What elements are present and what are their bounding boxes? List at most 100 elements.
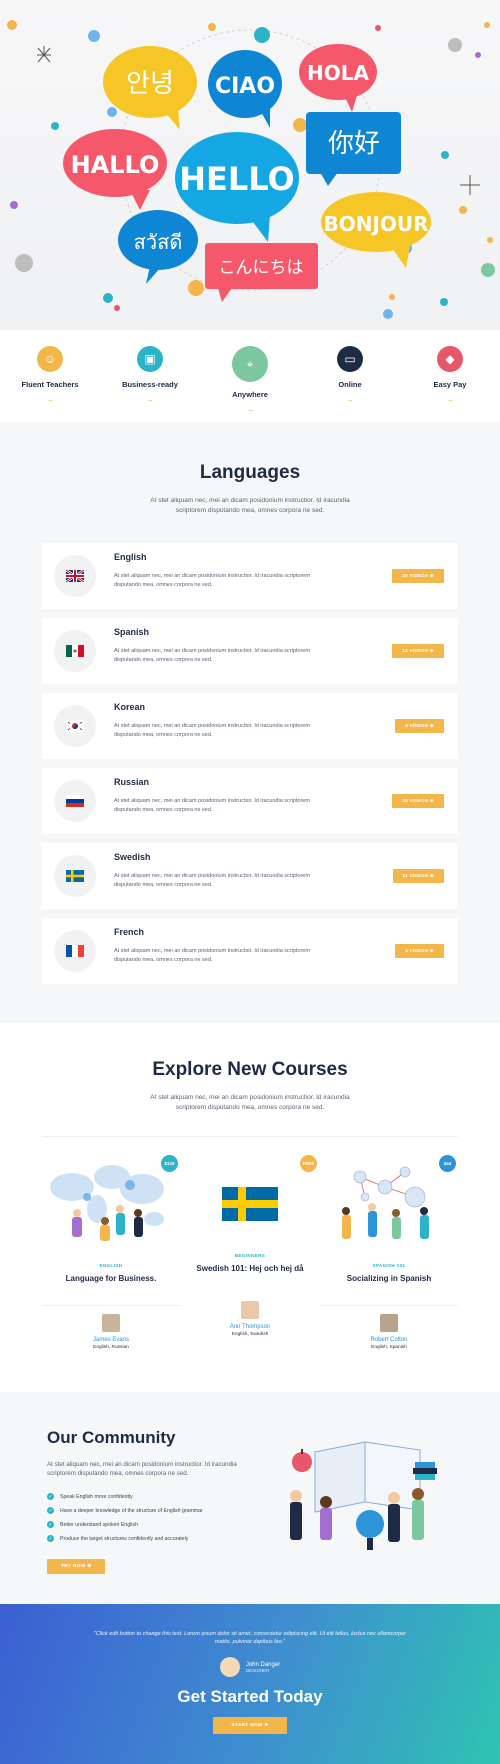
feature-label: Online bbox=[338, 380, 362, 389]
videos-button[interactable]: 28 VIDEOS ⊕ bbox=[392, 793, 444, 808]
language-name: French bbox=[114, 926, 145, 937]
language-description: At stet aliquam nec, mei an dicam posido… bbox=[114, 647, 310, 663]
teacher-name[interactable]: James Evans bbox=[42, 1337, 180, 1343]
feature-label: Anywhere bbox=[232, 390, 268, 399]
flag-uk-icon bbox=[54, 554, 96, 597]
videos-count: 4 VIDEOS bbox=[405, 947, 429, 953]
location-pin-icon: ⌖ bbox=[232, 346, 268, 382]
course-title[interactable]: Socializing in Spanish bbox=[320, 1274, 458, 1283]
teacher-avatar bbox=[241, 1300, 259, 1319]
check-icon: ✓ bbox=[47, 1507, 54, 1515]
language-description: At stet aliquam nec, mei an dicam posido… bbox=[114, 572, 310, 588]
flag-korea-icon bbox=[54, 704, 96, 747]
language-card-korean[interactable]: Korean At stet aliquam nec, mei an dicam… bbox=[42, 692, 458, 759]
try-now-button[interactable]: TRY NOW ⊕ bbox=[47, 1559, 106, 1575]
svg-text:你好: 你好 bbox=[328, 129, 380, 159]
start-now-button[interactable]: START NOW ➤ bbox=[213, 1717, 287, 1735]
arrow-right-icon[interactable]: → bbox=[305, 395, 395, 404]
arrow-right-icon[interactable]: → bbox=[5, 395, 95, 404]
language-description: At stet aliquam nec, mei an dicam posido… bbox=[114, 797, 310, 813]
hero-illustration: 안녕 CIAO HOLA 你好 HALLO HELLO BONJOUR สวัส… bbox=[7, 20, 495, 319]
course-level: ENGLISH bbox=[99, 1262, 123, 1268]
videos-button[interactable]: 4 VIDEOS ⊕ bbox=[395, 943, 444, 958]
language-card-russian[interactable]: Russian At stet aliquam nec, mei an dica… bbox=[42, 767, 458, 834]
feature-anywhere[interactable]: ⌖ Anywhere → bbox=[205, 346, 295, 414]
feature-fluent-teachers[interactable]: ☺ Fluent Teachers → bbox=[5, 346, 95, 404]
teacher-languages: English, Swedish bbox=[231, 1331, 269, 1337]
feature-business-ready[interactable]: ▣ Business-ready → bbox=[105, 346, 195, 404]
cta-title: Get Started Today bbox=[177, 1687, 323, 1707]
course-card-business[interactable]: $120 ENGLISH Language for Business. Jame… bbox=[42, 1137, 180, 1362]
language-name: Russian bbox=[114, 776, 150, 787]
testimonial-quote: "Click edit button to change this text. … bbox=[93, 1630, 407, 1646]
svg-text:HOLA: HOLA bbox=[307, 61, 369, 85]
hero-banner: 안녕 CIAO HOLA 你好 HALLO HELLO BONJOUR สวัส… bbox=[0, 0, 500, 330]
sweden-flag-illustration: FREE bbox=[181, 1147, 319, 1257]
bubble-english: HELLO bbox=[175, 132, 299, 242]
bubble-japanese: こんにちは bbox=[205, 243, 318, 302]
courses-section: Explore New Courses At stet aliquam nec,… bbox=[0, 1022, 500, 1392]
language-name: Spanish bbox=[114, 626, 150, 637]
videos-button[interactable]: 12 VIDEOS ⊕ bbox=[392, 643, 444, 658]
check-icon: ✓ bbox=[47, 1493, 54, 1501]
teacher-languages: English, Russian bbox=[93, 1344, 129, 1350]
get-started-section: "Click edit button to change this text. … bbox=[0, 1603, 500, 1764]
community-subtitle: At stet aliquam nec, mei an dicam posido… bbox=[47, 1460, 237, 1478]
feature-label: Fluent Teachers bbox=[21, 380, 79, 389]
feature-easy-pay[interactable]: ◆ Easy Pay → bbox=[405, 346, 495, 404]
arrow-right-icon[interactable]: → bbox=[405, 395, 495, 404]
courses-title: Explore New Courses bbox=[152, 1058, 348, 1080]
arrow-right-icon[interactable]: → bbox=[105, 395, 195, 404]
courses-subtitle: At stet aliquam nec, mei an dicam posido… bbox=[150, 1093, 350, 1112]
teacher-avatar bbox=[102, 1313, 120, 1332]
price-badge: $44 bbox=[439, 1154, 456, 1172]
bubble-italian: CIAO bbox=[208, 50, 282, 128]
language-card-swedish[interactable]: Swedish At stet aliquam nec, mei an dica… bbox=[42, 842, 458, 909]
check-icon: ✓ bbox=[47, 1521, 54, 1529]
students-books-illustration bbox=[290, 1440, 437, 1550]
svg-text:CIAO: CIAO bbox=[215, 74, 275, 99]
course-card-swedish[interactable]: FREE BEGINNERS Swedish 101: Hej och hej … bbox=[181, 1137, 319, 1362]
language-card-english[interactable]: English At stet aliquam nec, mei an dica… bbox=[42, 542, 458, 609]
language-list: English At stet aliquam nec, mei an dica… bbox=[42, 542, 458, 984]
testimonial-author: John Danger DESIGNER bbox=[0, 1657, 500, 1678]
check-icon: ✓ bbox=[47, 1535, 54, 1543]
try-now-label: TRY NOW bbox=[61, 1564, 86, 1570]
language-description: At stet aliquam nec, mei an dicam posido… bbox=[114, 947, 310, 963]
monitor-icon: ▭ bbox=[337, 346, 363, 372]
language-description: At stet aliquam nec, mei an dicam posido… bbox=[114, 872, 310, 888]
language-name: English bbox=[114, 551, 147, 562]
bubble-german: HALLO bbox=[63, 129, 167, 210]
feature-online[interactable]: ▭ Online → bbox=[305, 346, 395, 404]
teacher-name[interactable]: Robert Colton bbox=[320, 1337, 458, 1343]
language-description: At stet aliquam nec, mei an dicam posido… bbox=[114, 722, 310, 738]
benefit-text: Speak English more confidently bbox=[60, 1493, 133, 1500]
author-avatar bbox=[219, 1657, 240, 1678]
course-level: SPANISH 101 bbox=[372, 1262, 406, 1268]
teacher-languages: English, Spanish bbox=[371, 1344, 407, 1350]
videos-count: 20 VIDEOS bbox=[402, 572, 429, 578]
teacher-name[interactable]: Ann Thompson bbox=[181, 1324, 319, 1330]
course-card-spanish[interactable]: $44 SPANISH 101 Socializing in Spanish R… bbox=[320, 1137, 458, 1362]
videos-button[interactable]: 4 VIDEOS ⊕ bbox=[395, 718, 444, 733]
videos-button[interactable]: 20 VIDEOS ⊕ bbox=[392, 568, 444, 583]
language-name: Korean bbox=[114, 701, 146, 712]
feature-label: Easy Pay bbox=[433, 380, 467, 389]
price-badge: $120 bbox=[161, 1154, 178, 1172]
language-name: Swedish bbox=[114, 851, 151, 862]
benefit-text: Better understand spoken English bbox=[60, 1521, 138, 1528]
videos-button[interactable]: 11 VIDEOS ⊕ bbox=[392, 868, 444, 883]
svg-text:BONJOUR: BONJOUR bbox=[323, 212, 428, 236]
language-card-spanish[interactable]: Spanish At stet aliquam nec, mei an dica… bbox=[42, 617, 458, 684]
course-title[interactable]: Swedish 101: Hej och hej då bbox=[181, 1264, 319, 1273]
language-card-french[interactable]: French At stet aliquam nec, mei an dicam… bbox=[42, 917, 458, 984]
videos-count: 12 VIDEOS bbox=[402, 647, 429, 653]
course-teacher: Robert Colton English, Spanish bbox=[320, 1304, 458, 1362]
svg-text:こんにちは: こんにちは bbox=[219, 258, 304, 278]
arrow-right-icon[interactable]: → bbox=[205, 405, 295, 414]
languages-subtitle: At stet aliquam nec, mei an dicam posido… bbox=[150, 497, 350, 515]
benefit-text: Produce the target structures confidentl… bbox=[60, 1535, 189, 1542]
svg-text:HELLO: HELLO bbox=[179, 160, 294, 198]
course-title[interactable]: Language for Business. bbox=[42, 1274, 180, 1283]
community-section: Our Community At stet aliquam nec, mei a… bbox=[0, 1391, 500, 1604]
